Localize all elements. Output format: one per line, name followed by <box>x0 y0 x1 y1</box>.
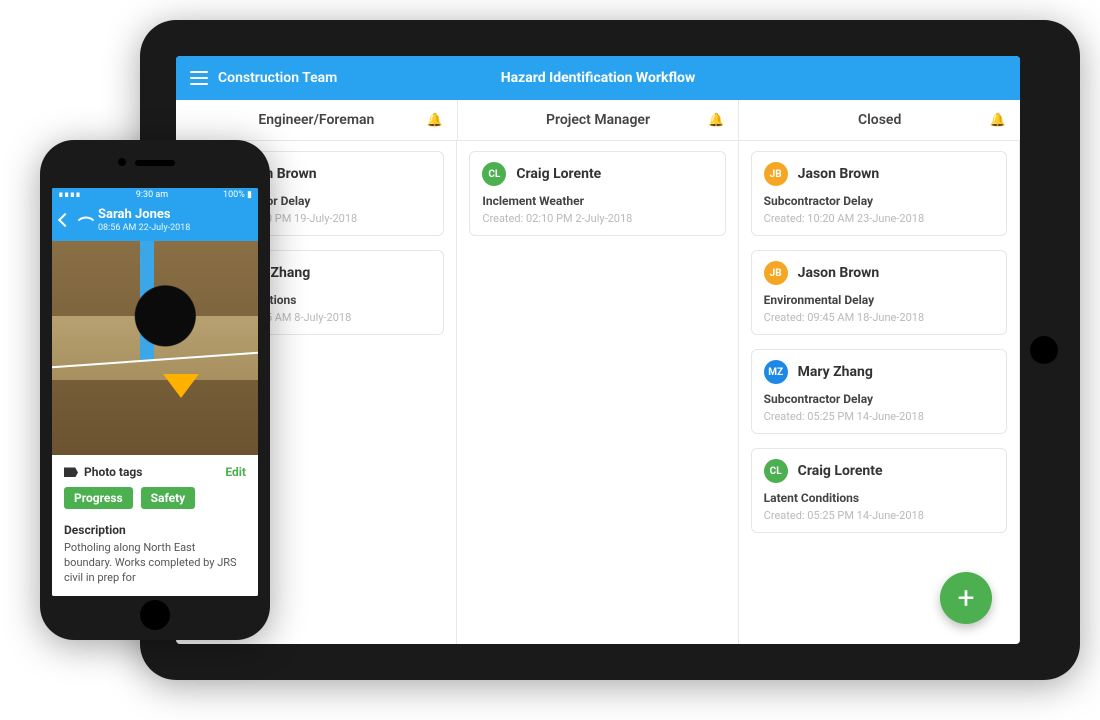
phone-status-bar: ∎∎∎∎ 9:30 am 100% ▮ <box>52 188 258 202</box>
phone-screen: ∎∎∎∎ 9:30 am 100% ▮ Sarah Jones 08:56 AM… <box>52 188 258 596</box>
bell-icon[interactable]: 🔔 <box>708 113 724 128</box>
wifi-icon <box>78 212 95 229</box>
avatar: CL <box>482 162 506 186</box>
column-title: Closed <box>858 112 901 128</box>
kanban-column-pm: CL Craig Lorente Inclement Weather Creat… <box>457 141 738 644</box>
hazard-card[interactable]: JB Jason Brown Environmental Delay Creat… <box>751 250 1007 335</box>
tag-chip[interactable]: Progress <box>64 487 133 509</box>
record-timestamp: 08:56 AM 22-July-2018 <box>98 223 190 233</box>
add-hazard-fab[interactable]: + <box>940 572 992 624</box>
card-author: Craig Lorente <box>798 463 883 479</box>
back-button-icon[interactable] <box>58 213 72 227</box>
hazard-card[interactable]: MZ Mary Zhang Subcontractor Delay Create… <box>751 349 1007 434</box>
record-author-name: Sarah Jones <box>98 208 190 222</box>
team-name: Construction Team <box>218 70 337 86</box>
card-created: Created: 05:25 PM 14-June-2018 <box>764 410 994 423</box>
edit-tags-button[interactable]: Edit <box>225 465 246 479</box>
card-created: Created: 05:25 PM 14-June-2018 <box>764 509 994 522</box>
column-headers: Engineer/Foreman 🔔 Project Manager 🔔 Clo… <box>176 100 1020 141</box>
flag-marker-icon <box>163 374 199 398</box>
tag-chip[interactable]: Safety <box>141 487 196 509</box>
record-body: Photo tags Edit Progress Safety Descript… <box>52 455 258 596</box>
avatar: JB <box>764 261 788 285</box>
kanban-board: JB Jason Brown Subcontractor Delay Creat… <box>176 141 1020 644</box>
phone-app-header: Sarah Jones 08:56 AM 22-July-2018 <box>52 202 258 240</box>
avatar: MZ <box>764 360 788 384</box>
hazard-card[interactable]: CL Craig Lorente Inclement Weather Creat… <box>469 151 725 236</box>
card-author: Mary Zhang <box>798 364 873 380</box>
phone-speaker <box>135 160 175 166</box>
hamburger-menu-icon[interactable] <box>190 71 208 85</box>
column-title: Project Manager <box>546 112 650 128</box>
card-created: Created: 09:45 AM 18-June-2018 <box>764 311 994 324</box>
phone-device-frame: ∎∎∎∎ 9:30 am 100% ▮ Sarah Jones 08:56 AM… <box>40 140 270 640</box>
column-title: Engineer/Foreman <box>258 112 374 128</box>
tag-chip-list: Progress Safety <box>64 487 246 509</box>
tablet-screen: Construction Team Hazard Identification … <box>176 56 1020 644</box>
column-header-closed[interactable]: Closed 🔔 <box>739 100 1020 140</box>
card-subject: Environmental Delay <box>764 293 994 307</box>
avatar: JB <box>764 162 788 186</box>
tag-icon <box>64 467 78 477</box>
column-header-engineer[interactable]: Engineer/Foreman 🔔 <box>176 100 458 140</box>
hazard-card[interactable]: CL Craig Lorente Latent Conditions Creat… <box>751 448 1007 533</box>
description-text: Potholing along North East boundary. Wor… <box>64 541 246 586</box>
card-subject: Latent Conditions <box>764 491 994 505</box>
photo-tags-label: Photo tags <box>84 465 142 479</box>
card-created: Created: 02:10 PM 2-July-2018 <box>482 212 712 225</box>
card-created: Created: 10:20 AM 23-June-2018 <box>764 212 994 225</box>
hazard-card[interactable]: JB Jason Brown Subcontractor Delay Creat… <box>751 151 1007 236</box>
tablet-device-frame: Construction Team Hazard Identification … <box>140 20 1080 680</box>
card-author: Jason Brown <box>798 265 880 281</box>
tablet-home-button[interactable] <box>1030 336 1058 364</box>
card-author: Jason Brown <box>798 166 880 182</box>
bell-icon[interactable]: 🔔 <box>426 113 442 128</box>
signal-icon: ∎∎∎∎ <box>58 190 81 200</box>
card-subject: Subcontractor Delay <box>764 194 994 208</box>
status-time: 9:30 am <box>136 190 168 200</box>
workflow-title: Hazard Identification Workflow <box>501 70 695 86</box>
description-label: Description <box>64 523 246 537</box>
kanban-column-closed: JB Jason Brown Subcontractor Delay Creat… <box>739 141 1020 644</box>
card-subject: Subcontractor Delay <box>764 392 994 406</box>
battery-status: 100% ▮ <box>223 190 252 200</box>
record-photo[interactable] <box>52 241 258 456</box>
plus-icon: + <box>957 581 974 616</box>
tablet-app-header: Construction Team Hazard Identification … <box>176 56 1020 100</box>
avatar: CL <box>764 459 788 483</box>
phone-camera <box>118 158 126 166</box>
column-header-pm[interactable]: Project Manager 🔔 <box>458 100 740 140</box>
card-subject: Inclement Weather <box>482 194 712 208</box>
phone-home-button[interactable] <box>140 600 170 630</box>
bell-icon[interactable]: 🔔 <box>990 113 1006 128</box>
card-author: Craig Lorente <box>516 166 601 182</box>
